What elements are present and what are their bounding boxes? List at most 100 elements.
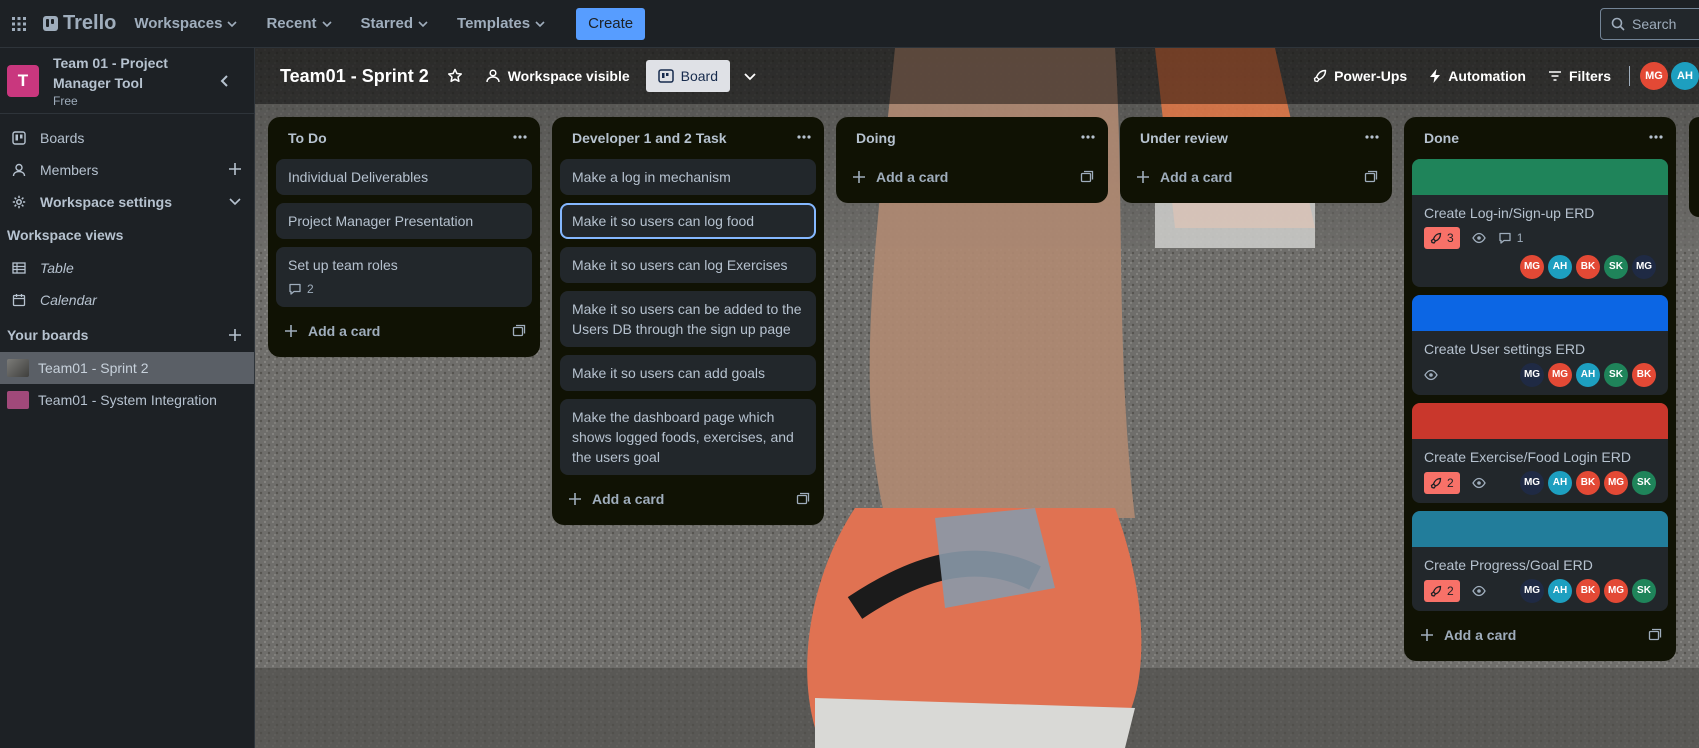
create-button[interactable]: Create (576, 7, 646, 40)
power-ups-button[interactable]: Power-Ups (1305, 60, 1415, 92)
list-title[interactable]: Done (1424, 130, 1459, 146)
card[interactable]: Create User settings ERD MG MG AH SK BK (1412, 295, 1668, 395)
star-board-button[interactable] (439, 60, 471, 92)
card-body: Create User settings ERD MG MG AH SK BK (1412, 331, 1668, 395)
card[interactable]: Create Progress/Goal ERD 2 MG AH BK MG SK (1412, 511, 1668, 611)
sidebar-board-sprint-2[interactable]: Team01 - Sprint 2 (0, 352, 254, 384)
list-title[interactable]: Under review (1140, 130, 1228, 146)
automation-button[interactable]: Automation (1421, 60, 1534, 92)
workspace-name[interactable]: Team 01 - Project Manager Tool (53, 53, 193, 93)
card-template-icon[interactable] (512, 324, 526, 338)
workspace-visible-button[interactable]: Workspace visible (477, 60, 638, 92)
card[interactable]: Project Manager Presentation (276, 203, 532, 239)
card[interactable]: Make it so users can log Exercises (560, 247, 816, 283)
member-avatar[interactable]: AH (1671, 62, 1699, 90)
card[interactable]: Make a log in mechanism (560, 159, 816, 195)
card[interactable]: Make the dashboard page which shows logg… (560, 399, 816, 475)
card-template-icon[interactable] (1648, 628, 1662, 642)
more-actions-icon[interactable] (1080, 129, 1096, 145)
member-avatar[interactable]: MG (1520, 255, 1544, 279)
list-title[interactable]: To Do (288, 130, 327, 146)
board-view-icon (657, 69, 674, 83)
member-avatar[interactable]: BK (1576, 471, 1600, 495)
card[interactable]: Create Exercise/Food Login ERD 2 MG AH BK MG S… (1412, 403, 1668, 503)
member-avatar[interactable]: MG (1604, 579, 1628, 603)
member-avatar[interactable]: MG (1640, 62, 1668, 90)
card-cover (1412, 295, 1668, 331)
card[interactable]: Make it so users can be added to the Use… (560, 291, 816, 347)
member-avatar[interactable]: MG (1520, 579, 1544, 603)
member-avatar[interactable]: MG (1520, 471, 1544, 495)
workspace-visible-label: Workspace visible (507, 68, 630, 84)
member-avatar[interactable]: MG (1604, 471, 1628, 495)
starred-menu[interactable]: Starred (351, 7, 440, 40)
list: Developer 1 and 2 Task Make a log in mech… (552, 117, 824, 525)
card[interactable]: Set up team roles 2 (276, 247, 532, 307)
board-title[interactable]: Team01 - Sprint 2 (280, 66, 429, 87)
member-avatar[interactable]: AH (1548, 255, 1572, 279)
sidebar-item-boards[interactable]: Boards (0, 122, 254, 154)
card-template-icon[interactable] (1080, 170, 1094, 184)
workspace-avatar[interactable]: T (7, 64, 39, 97)
more-actions-icon[interactable] (1648, 129, 1664, 145)
member-avatar[interactable]: AH (1548, 579, 1572, 603)
member-avatar[interactable]: MG (1548, 363, 1572, 387)
card-title: Make a log in mechanism (572, 169, 731, 185)
add-card-label: Add a card (592, 491, 665, 507)
add-card-button[interactable]: Add a card (1120, 159, 1392, 195)
more-actions-icon[interactable] (1364, 129, 1380, 145)
member-avatar[interactable]: BK (1632, 363, 1656, 387)
star-icon (447, 68, 462, 83)
templates-menu[interactable]: Templates (447, 7, 556, 40)
filters-button[interactable]: Filters (1540, 60, 1619, 92)
search-input[interactable]: Search (1600, 8, 1699, 40)
gear-icon (12, 195, 26, 209)
trello-logo[interactable]: Trello (43, 12, 116, 35)
add-card-button[interactable]: Add a card (836, 159, 1108, 195)
filter-icon (1548, 71, 1561, 81)
chevron-down-icon[interactable] (228, 194, 242, 208)
member-avatar[interactable]: BK (1576, 255, 1600, 279)
filters-label: Filters (1568, 68, 1611, 84)
more-actions-icon[interactable] (796, 129, 812, 145)
board-thumbnail (7, 391, 29, 409)
card-badges: 31 (1424, 227, 1656, 249)
add-board-icon[interactable] (228, 328, 242, 342)
board-members: MG AH (1640, 62, 1699, 90)
app-switcher-icon[interactable] (9, 14, 29, 34)
member-avatar[interactable]: MG (1520, 363, 1544, 387)
sidebar-item-members[interactable]: Members (0, 154, 254, 186)
member-avatar[interactable]: AH (1576, 363, 1600, 387)
list-title[interactable]: Developer 1 and 2 Task (572, 130, 727, 146)
sidebar-item-workspace-settings[interactable]: Workspace settings (0, 186, 254, 218)
card[interactable]: Make it so users can add goals (560, 355, 816, 391)
collapse-sidebar-icon[interactable] (218, 74, 232, 88)
member-avatar[interactable]: BK (1576, 579, 1600, 603)
add-card-button[interactable]: Add a card (552, 481, 824, 517)
more-actions-icon[interactable] (512, 129, 528, 145)
list-title[interactable]: Doing (856, 130, 896, 146)
card-title: Create Progress/Goal ERD (1424, 557, 1593, 573)
sidebar-item-calendar[interactable]: Calendar (0, 284, 254, 316)
card[interactable]: Make it so users can log food (560, 203, 816, 239)
sidebar-item-table[interactable]: Table (0, 252, 254, 284)
board-view-button[interactable]: Board (645, 60, 730, 92)
member-avatar[interactable]: SK (1632, 471, 1656, 495)
card-template-icon[interactable] (796, 492, 810, 506)
card-template-icon[interactable] (1364, 170, 1378, 184)
add-member-icon[interactable] (228, 162, 242, 176)
card[interactable]: Individual Deliverables (276, 159, 532, 195)
vote-count: 2 (1447, 476, 1454, 490)
add-card-button[interactable]: Add a card (268, 313, 540, 349)
member-avatar[interactable]: SK (1604, 255, 1628, 279)
member-avatar[interactable]: MG (1632, 255, 1656, 279)
add-card-button[interactable]: Add a card (1404, 617, 1676, 653)
member-avatar[interactable]: SK (1632, 579, 1656, 603)
workspaces-menu[interactable]: Workspaces (124, 7, 248, 40)
member-avatar[interactable]: AH (1548, 471, 1572, 495)
recent-menu[interactable]: Recent (256, 7, 342, 40)
view-switcher-button[interactable] (734, 60, 766, 92)
sidebar-board-system-integration[interactable]: Team01 - System Integration (0, 384, 254, 416)
card[interactable]: Create Log-in/Sign-up ERD 3 1 MG AH BK SK MG (1412, 159, 1668, 287)
member-avatar[interactable]: SK (1604, 363, 1628, 387)
